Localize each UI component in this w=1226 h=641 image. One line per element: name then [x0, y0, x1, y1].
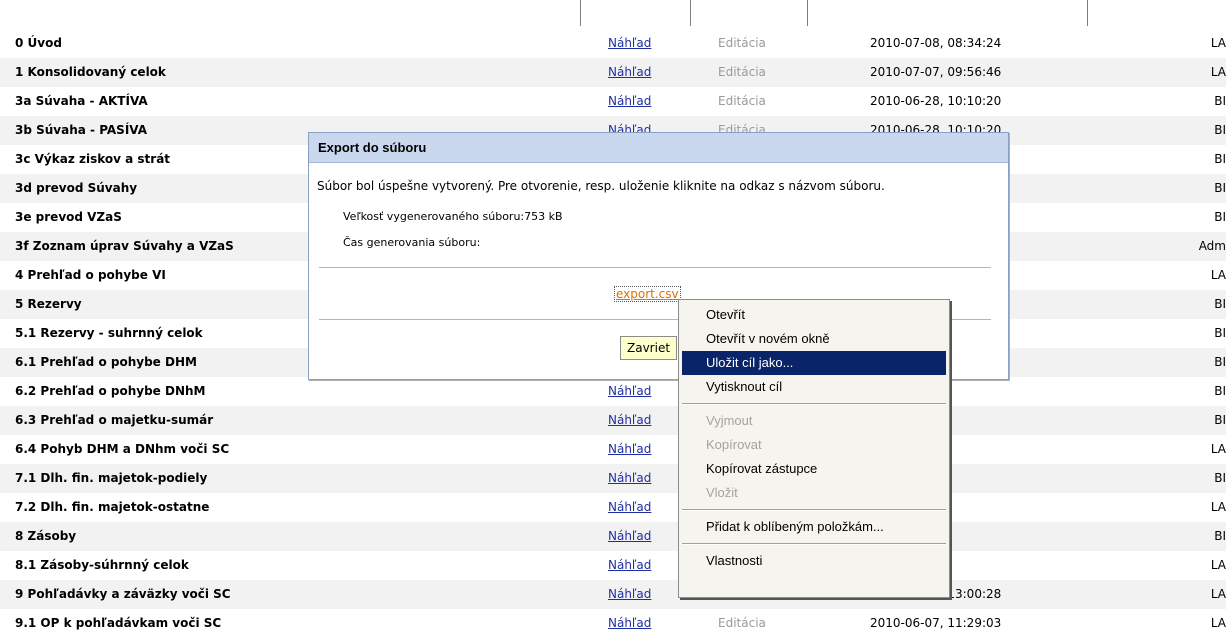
report-name: 0 Úvod: [15, 36, 62, 50]
preview-link[interactable]: Náhľad: [608, 58, 668, 87]
preview-link[interactable]: Náhľad: [608, 435, 668, 464]
modified-by: BI: [1214, 297, 1226, 311]
modified-by: BI: [1214, 152, 1226, 166]
modified-by: LA: [1210, 268, 1226, 282]
report-name: 1 Konsolidovaný celok: [15, 65, 166, 79]
preview-link[interactable]: Náhľad: [608, 522, 668, 551]
table-row: 0 Úvod Náhľad Editácia 2010-07-08, 08:34:24…: [0, 29, 1226, 58]
menu-item[interactable]: Kopírovat zástupce: [682, 457, 946, 481]
modified-by: LA: [1210, 500, 1226, 514]
column-divider: [1087, 0, 1088, 26]
table-row: 6.2 Prehľad o pohybe DNhMNáhľad, 10:10:2…: [0, 377, 1226, 406]
table-row: 9.1 OP k pohľadávkam voči SC Náhľad Editác…: [0, 609, 1226, 638]
modified-date: 2010-07-08, 08:34:24: [870, 36, 1002, 50]
menu-item: Vložit: [706, 485, 738, 500]
edit-link[interactable]: Editácia: [718, 58, 788, 87]
menu-item: Kopírovat: [706, 437, 762, 452]
modified-by: BI: [1214, 326, 1226, 340]
modified-date: 2010-06-07, 11:29:03: [870, 616, 1002, 630]
modified-by: LA: [1210, 442, 1226, 456]
table-row: 8.1 Zásoby-súhrnný celokNáhľad, 11:29:03…: [0, 551, 1226, 580]
preview-link[interactable]: Náhľad: [608, 87, 668, 116]
modified-by: BI: [1214, 384, 1226, 398]
edit-link[interactable]: Editácia: [718, 29, 788, 58]
modified-by: LA: [1210, 558, 1226, 572]
report-name: 6.2 Prehľad o pohybe DNhM: [15, 384, 206, 398]
dialog-message: Súbor bol úspešne vytvorený. Pre otvoren…: [317, 179, 885, 193]
dialog-title: Export do súboru: [309, 133, 1008, 163]
table-row: 7.1 Dlh. fin. majetok-podielyNáhľad, 10:…: [0, 464, 1226, 493]
modified-by: LA: [1210, 587, 1226, 601]
menu-item[interactable]: Otevřít: [682, 303, 946, 327]
modified-by: BI: [1214, 529, 1226, 543]
modified-by: BI: [1214, 413, 1226, 427]
menu-item[interactable]: Uložit cíl jako...: [682, 351, 946, 375]
modified-by: BI: [1214, 210, 1226, 224]
modified-by: LA: [1210, 65, 1226, 79]
table-row: 3a Súvaha - AKTÍVA Náhľad Editácia 2010-06-…: [0, 87, 1226, 116]
menu-item[interactable]: Vlastnosti: [682, 549, 946, 573]
column-divider: [580, 0, 581, 26]
report-name: 9 Pohľadávky a záväzky voči SC: [15, 587, 231, 601]
menu-separator: [682, 543, 946, 545]
column-divider: [807, 0, 808, 26]
table-row: 7.2 Dlh. fin. majetok-ostatneNáhľad, 09:…: [0, 493, 1226, 522]
modified-by: LA: [1210, 36, 1226, 50]
table-row: 8 ZásobyNáhľad, 10:10:20BI: [0, 522, 1226, 551]
preview-link[interactable]: Náhľad: [608, 464, 668, 493]
report-name: 8 Zásoby: [15, 529, 77, 543]
menu-item[interactable]: Vytisknout cíl: [682, 375, 946, 399]
report-name: 6.4 Pohyb DHM a DNhm voči SC: [15, 442, 230, 456]
preview-link[interactable]: Náhľad: [608, 406, 668, 435]
column-divider: [690, 0, 691, 26]
report-name: 3a Súvaha - AKTÍVA: [15, 94, 148, 108]
report-name: 7.1 Dlh. fin. majetok-podiely: [15, 471, 208, 485]
preview-link[interactable]: Náhľad: [608, 551, 668, 580]
table-row: 9 Pohľadávky a záväzky voči SCNáhľadEdit…: [0, 580, 1226, 609]
modified-date: 2010-06-28, 10:10:20: [870, 94, 1002, 108]
export-file-link[interactable]: export.csv: [614, 286, 681, 302]
modified-by: BI: [1214, 181, 1226, 195]
modified-by: Adm: [1198, 239, 1226, 253]
table-row: 6.3 Prehľad o majetku-sumárNáhľad, 10:10…: [0, 406, 1226, 435]
table-row: 1 Konsolidovaný celok Náhľad Editácia 2010-…: [0, 58, 1226, 87]
modified-by: BI: [1214, 123, 1226, 137]
modified-by: BI: [1214, 471, 1226, 485]
preview-link[interactable]: Náhľad: [608, 377, 668, 406]
modified-by: BI: [1214, 355, 1226, 369]
report-name: 8.1 Zásoby-súhrnný celok: [15, 558, 189, 572]
report-name: 6.3 Prehľad o majetku-sumár: [15, 413, 214, 427]
generation-time-label: Čas generovania súboru:: [343, 236, 481, 249]
file-size-label: Veľkosť vygenerovaného súboru:753 kB: [343, 210, 563, 223]
menu-item: Vyjmout: [706, 413, 753, 428]
context-menu: Otevřít Otevřít v novém okně Uložit cíl ja…: [678, 299, 950, 598]
preview-link[interactable]: Náhľad: [608, 609, 668, 638]
edit-link[interactable]: Editácia: [718, 609, 788, 638]
report-name: 7.2 Dlh. fin. majetok-ostatne: [15, 500, 210, 514]
menu-item[interactable]: Přidat k oblíbeným položkám...: [682, 515, 946, 539]
close-button[interactable]: Zavriet: [620, 336, 678, 360]
menu-separator: [682, 403, 946, 405]
edit-link[interactable]: Editácia: [718, 87, 788, 116]
report-name: 9.1 OP k pohľadávkam voči SC: [15, 616, 222, 630]
preview-link[interactable]: Náhľad: [608, 29, 668, 58]
table-row: 6.4 Pohyb DHM a DNhm voči SCNáhľad, 11:2…: [0, 435, 1226, 464]
menu-separator: [682, 509, 946, 511]
modified-date: 2010-07-07, 09:56:46: [870, 65, 1002, 79]
preview-link[interactable]: Náhľad: [608, 493, 668, 522]
modified-by: BI: [1214, 94, 1226, 108]
menu-item[interactable]: Otevřít v novém okně: [682, 327, 946, 351]
preview-link[interactable]: Náhľad: [608, 580, 668, 609]
divider: [319, 267, 991, 268]
modified-by: LA: [1210, 616, 1226, 630]
